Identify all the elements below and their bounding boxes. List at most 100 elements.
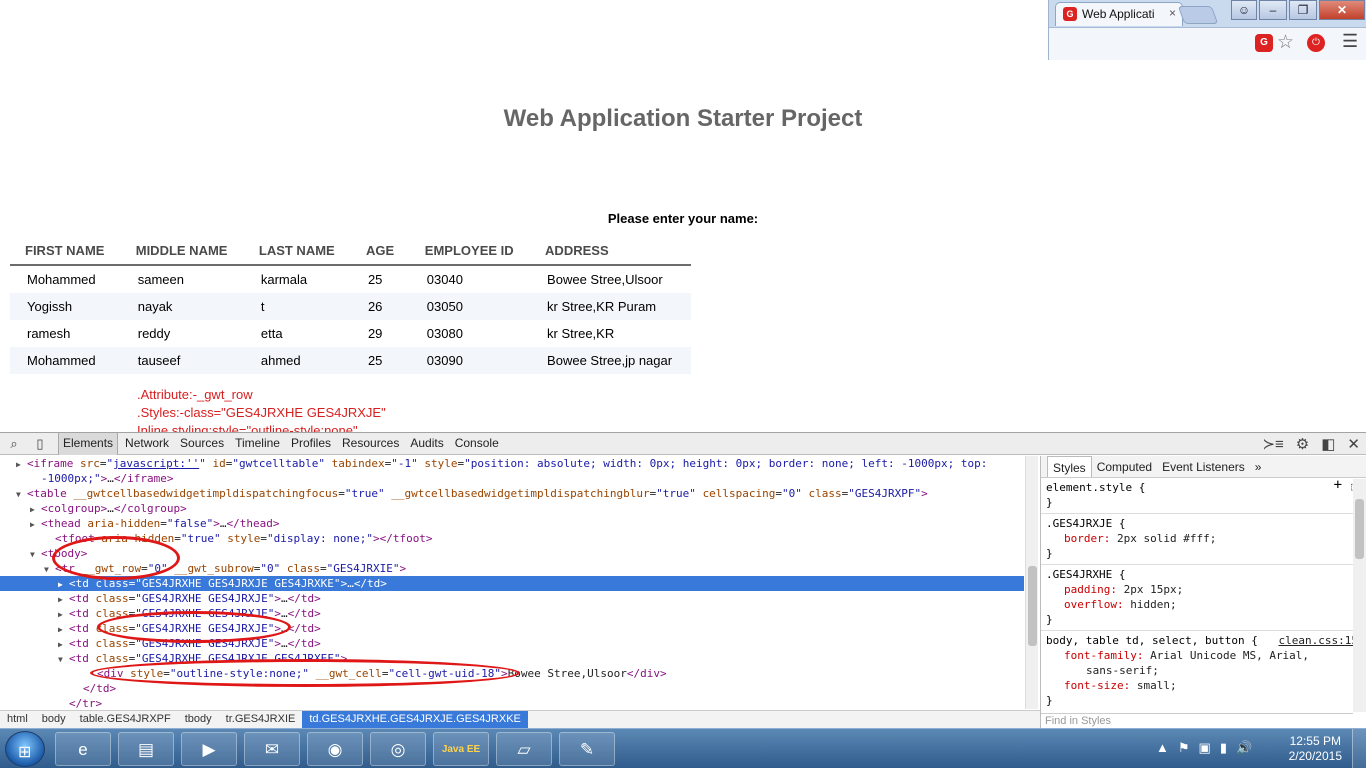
- start-button[interactable]: ⊞: [5, 731, 45, 767]
- table-cell[interactable]: 03050: [409, 293, 531, 320]
- inspect-search-icon[interactable]: ⌕: [6, 436, 22, 452]
- column-header-first-name[interactable]: FIRST NAME: [10, 238, 121, 266]
- extension-power-icon[interactable]: ⏻: [1307, 34, 1325, 52]
- breadcrumb-item[interactable]: tbody: [178, 711, 219, 729]
- expand-arrow-down-icon[interactable]: ▼: [58, 652, 69, 667]
- dom-node[interactable]: </tr>: [0, 696, 1024, 709]
- media-player-icon[interactable]: ▶: [181, 732, 237, 766]
- dom-tree-scrollbar[interactable]: [1025, 456, 1038, 709]
- table-cell[interactable]: Bowee Stree,jp nagar: [530, 347, 691, 374]
- dom-node[interactable]: ▼ <tr __gwt_row="0" __gwt_subrow="0" clas…: [0, 561, 1024, 576]
- css-property[interactable]: padding: 2px 15px;: [1046, 582, 1361, 597]
- table-cell[interactable]: t: [243, 293, 351, 320]
- dom-node[interactable]: -1000px;">…</iframe>: [0, 471, 1024, 486]
- expand-arrow-right-icon[interactable]: ▶: [58, 577, 69, 592]
- column-header-age[interactable]: AGE: [350, 238, 410, 266]
- table-row[interactable]: Mohammed sameen karmala 25 03040 Bowee S…: [10, 265, 691, 293]
- table-cell[interactable]: 26: [350, 293, 410, 320]
- expand-arrow-right-icon[interactable]: ▶: [58, 622, 69, 637]
- tab-audits[interactable]: Audits: [406, 433, 447, 455]
- expand-arrow-right-icon[interactable]: ▶: [58, 607, 69, 622]
- minimize-button[interactable]: –: [1259, 0, 1287, 20]
- dock-side-icon[interactable]: ◧: [1321, 435, 1335, 453]
- bookmark-star-icon[interactable]: ☆: [1277, 31, 1294, 54]
- dom-node[interactable]: ▶ <td class="GES4JRXHE GES4JRXJE">…</td>: [0, 636, 1024, 651]
- tab-timeline[interactable]: Timeline: [231, 433, 284, 455]
- firefox-icon[interactable]: ◉: [307, 732, 363, 766]
- settings-gear-icon[interactable]: ⚙: [1296, 435, 1309, 453]
- outlook-icon[interactable]: ✉: [244, 732, 300, 766]
- dom-node[interactable]: ▶ <td class="GES4JRXHE GES4JRXJE">…</td>: [0, 606, 1024, 621]
- dom-node[interactable]: ▶ <colgroup>…</colgroup>: [0, 501, 1024, 516]
- find-in-styles-input[interactable]: Find in Styles: [1041, 713, 1353, 729]
- tab-elements[interactable]: Elements: [58, 433, 119, 455]
- css-property[interactable]: font-size: small;: [1046, 678, 1361, 693]
- table-cell[interactable]: Bowee Stree,Ulsoor: [530, 265, 691, 293]
- table-cell[interactable]: nayak: [120, 293, 244, 320]
- table-cell[interactable]: 25: [350, 265, 410, 293]
- table-cell[interactable]: 29: [350, 320, 410, 347]
- table-cell[interactable]: 03040: [409, 265, 531, 293]
- column-header-employee-id[interactable]: EMPLOYEE ID: [409, 238, 531, 266]
- expand-arrow-right-icon[interactable]: ▶: [30, 502, 41, 517]
- dom-node[interactable]: </td>: [0, 681, 1024, 696]
- table-cell[interactable]: karmala: [243, 265, 351, 293]
- volume-icon[interactable]: 🔊: [1236, 740, 1252, 756]
- notepad-icon[interactable]: ✎: [559, 732, 615, 766]
- device-mode-icon[interactable]: ▯: [32, 436, 48, 452]
- show-desktop-button[interactable]: [1352, 729, 1366, 768]
- dom-node[interactable]: ▶ <td class="GES4JRXHE GES4JRXJE">…</td>: [0, 591, 1024, 606]
- table-cell[interactable]: sameen: [120, 265, 244, 293]
- chrome-menu-icon[interactable]: ☰: [1342, 31, 1358, 52]
- tab-event-listeners[interactable]: Event Listeners: [1157, 456, 1250, 477]
- table-cell[interactable]: kr Stree,KR Puram: [530, 293, 691, 320]
- table-cell[interactable]: Mohammed: [10, 347, 121, 374]
- stylesheet-link[interactable]: clean.css:15: [1279, 633, 1358, 648]
- tab-more[interactable]: »: [1250, 456, 1267, 477]
- table-row[interactable]: Yogissh nayak t 26 03050 kr Stree,KR Pur…: [10, 293, 691, 320]
- browser-tab[interactable]: G Web Applicati ×: [1055, 2, 1183, 26]
- dom-node[interactable]: ▶ <td class="GES4JRXHE GES4JRXJE">…</td>: [0, 621, 1024, 636]
- css-rule[interactable]: body, table td, select, button { clean.c…: [1041, 631, 1366, 711]
- breadcrumb-item[interactable]: html: [0, 711, 35, 729]
- notes-icon[interactable]: ▱: [496, 732, 552, 766]
- table-cell[interactable]: 03080: [409, 320, 531, 347]
- table-cell[interactable]: tauseef: [120, 347, 244, 374]
- expand-arrow-right-icon[interactable]: ▶: [58, 592, 69, 607]
- table-cell[interactable]: ahmed: [243, 347, 351, 374]
- expand-arrow-right-icon[interactable]: ▶: [30, 517, 41, 532]
- table-cell[interactable]: kr Stree,KR: [530, 320, 691, 347]
- dom-node[interactable]: <tfoot aria-hidden="true" style="display…: [0, 531, 1024, 546]
- tab-resources[interactable]: Resources: [338, 433, 403, 455]
- user-profile-button[interactable]: ☺: [1231, 0, 1257, 20]
- gwt-extension-icon[interactable]: G: [1255, 34, 1273, 52]
- dom-node[interactable]: ▼ <tbody>: [0, 546, 1024, 561]
- table-row[interactable]: ramesh reddy etta 29 03080 kr Stree,KR: [10, 320, 691, 347]
- table-cell[interactable]: 25: [350, 347, 410, 374]
- network-icon[interactable]: ▮: [1220, 740, 1227, 756]
- dom-tree[interactable]: ▶ <iframe src="javascript:''" id="gwtcell…: [0, 456, 1024, 709]
- column-header-middle-name[interactable]: MIDDLE NAME: [120, 238, 244, 266]
- breadcrumb-item[interactable]: body: [35, 711, 73, 729]
- scrollbar-thumb[interactable]: [1028, 566, 1037, 646]
- console-drawer-icon[interactable]: ≻≡: [1262, 435, 1283, 453]
- css-rule[interactable]: .GES4JRXHE { padding: 2px 15px; overflow…: [1041, 565, 1366, 631]
- dom-node[interactable]: ▼ <table __gwtcellbasedwidgetimpldispatch…: [0, 486, 1024, 501]
- expand-arrow-down-icon[interactable]: ▼: [16, 487, 27, 502]
- breadcrumb-item[interactable]: tr.GES4JRXIE: [219, 711, 303, 729]
- show-hidden-icons-icon[interactable]: ▲: [1156, 740, 1169, 756]
- table-cell[interactable]: Mohammed: [10, 265, 121, 293]
- column-header-address[interactable]: ADDRESS: [530, 238, 691, 266]
- close-devtools-icon[interactable]: ✕: [1347, 435, 1360, 453]
- tab-network[interactable]: Network: [121, 433, 173, 455]
- tab-styles[interactable]: Styles: [1047, 456, 1092, 477]
- dom-node[interactable]: ▶ <iframe src="javascript:''" id="gwtcell…: [0, 456, 1024, 471]
- scrollbar-thumb[interactable]: [1355, 499, 1364, 559]
- clock[interactable]: 12:55 PM 2/20/2015: [1289, 734, 1342, 764]
- element-style-rule[interactable]: element.style { } + ⬚: [1041, 478, 1366, 514]
- breadcrumb-item[interactable]: table.GES4JRXPF: [73, 711, 178, 729]
- styles-scrollbar[interactable]: [1353, 479, 1366, 712]
- table-cell[interactable]: 03090: [409, 347, 531, 374]
- column-header-last-name[interactable]: LAST NAME: [243, 238, 351, 266]
- dom-node[interactable]: ▶ <thead aria-hidden="false">…</thead>: [0, 516, 1024, 531]
